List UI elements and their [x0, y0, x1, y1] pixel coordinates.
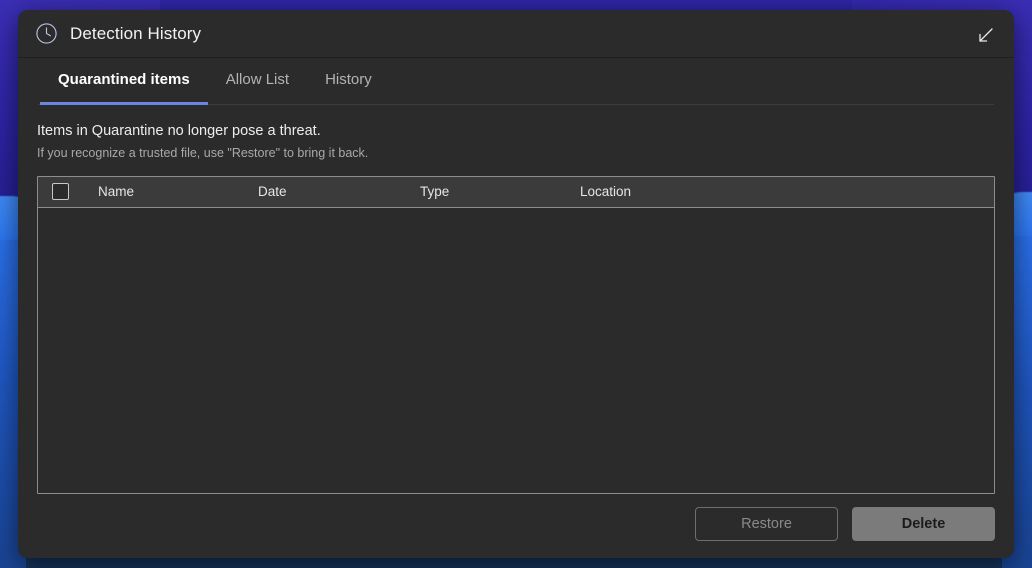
delete-button-label: Delete [901, 516, 946, 532]
column-header-date[interactable]: Date [258, 184, 287, 199]
description-secondary: If you recognize a trusted file, use "Re… [37, 146, 369, 160]
detection-history-window: Detection History Quarantined items Allo… [18, 10, 1014, 558]
tab-history-label: History [325, 71, 372, 88]
description-primary: Items in Quarantine no longer pose a thr… [37, 123, 321, 139]
delete-button[interactable]: Delete [852, 507, 995, 541]
tab-allow-list-label: Allow List [225, 71, 290, 88]
quarantine-table: Name Date Type Location [37, 176, 995, 494]
tab-allow-list[interactable]: Allow List [208, 58, 307, 105]
tab-quarantined-items[interactable]: Quarantined items [40, 58, 208, 105]
tab-quarantined-items-label: Quarantined items [58, 71, 190, 88]
collapse-window-button[interactable] [968, 20, 1002, 50]
select-all-checkbox[interactable] [52, 183, 69, 200]
action-buttons: Restore Delete [695, 507, 995, 541]
arrow-down-left-icon [978, 27, 993, 42]
tab-history[interactable]: History [307, 58, 390, 105]
table-body-empty [38, 208, 994, 493]
window-title: Detection History [70, 23, 202, 43]
column-header-location[interactable]: Location [580, 184, 631, 199]
column-header-type[interactable]: Type [420, 184, 449, 199]
restore-button[interactable]: Restore [695, 507, 838, 541]
title-bar: Detection History [18, 10, 1014, 58]
clock-icon [36, 23, 57, 44]
column-header-name[interactable]: Name [98, 184, 134, 199]
tab-bar: Quarantined items Allow List History [18, 58, 1014, 105]
main-content: Items in Quarantine no longer pose a thr… [18, 105, 1014, 558]
restore-button-label: Restore [741, 516, 792, 532]
table-header-row: Name Date Type Location [38, 177, 994, 208]
